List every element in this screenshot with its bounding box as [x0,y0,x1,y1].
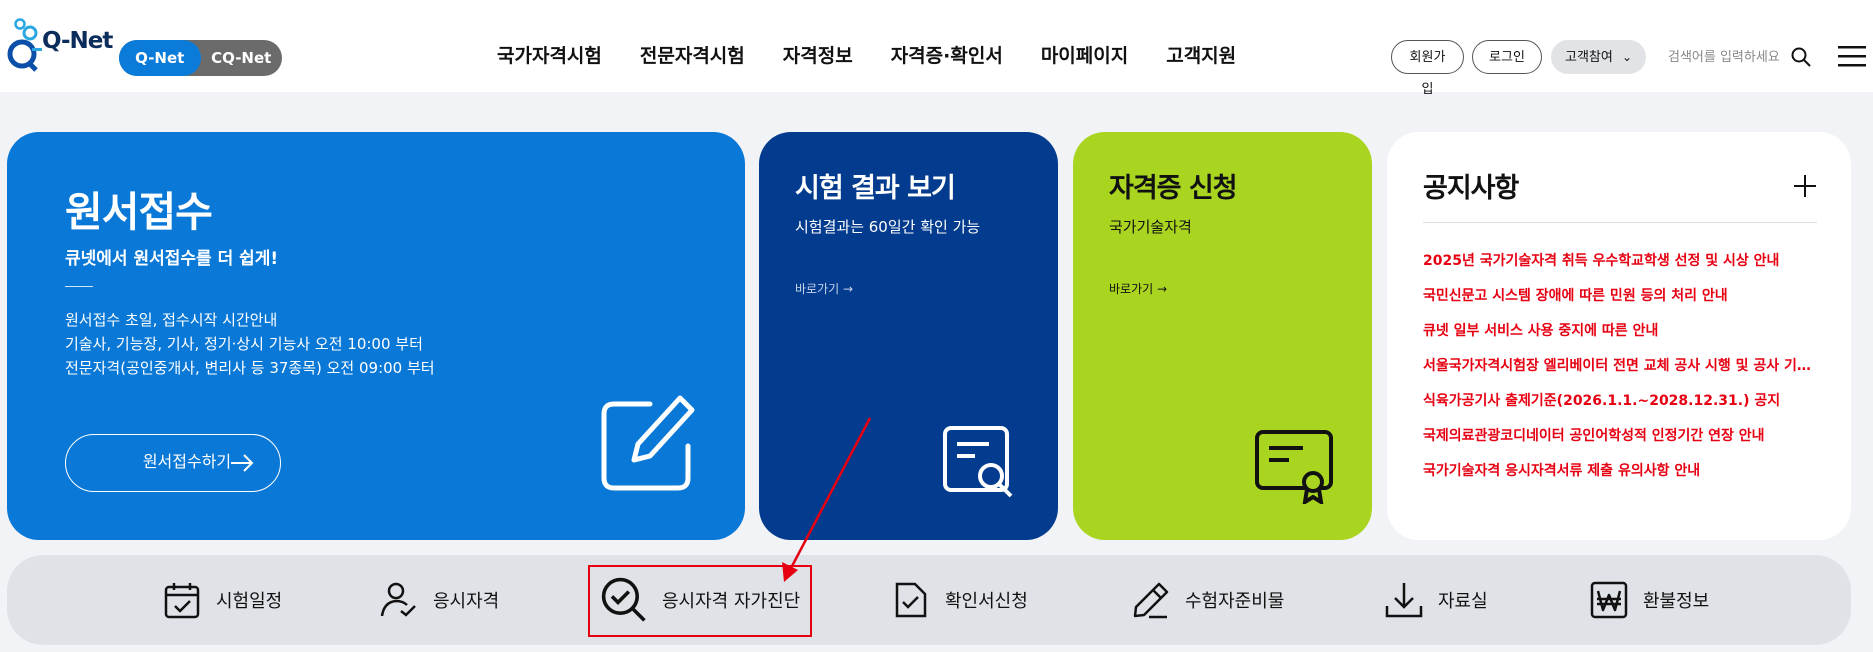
pencil-icon [1133,582,1169,619]
document-search-icon [943,426,1013,498]
nav-mypage[interactable]: 마이페이지 [1022,40,1147,72]
notice-item[interactable]: 국가기술자격 응시자격서류 제출 유의사항 안내 [1423,454,1817,489]
logo-text: Q-Net [42,28,113,54]
notice-list: 2025년 국가기술자격 취득 우수학교학생 선정 및 시상 안내 국민신문고 … [1423,244,1817,489]
quick-label: 수험자준비물 [1185,591,1285,612]
arrow-right-icon [231,454,254,472]
main-nav: 국가자격시험 전문자격시험 자격정보 자격증·확인서 마이페이지 고객지원 [478,40,1255,72]
user-check-icon [380,582,416,617]
divider [1423,222,1817,223]
nav-support[interactable]: 고객지원 [1147,40,1255,72]
customer-dropdown[interactable]: 고객참여 ⌄ [1551,40,1646,74]
nav-certificate[interactable]: 자격증·확인서 [872,40,1022,72]
divider [65,286,93,287]
quick-confirmation[interactable]: 확인서신청 [891,555,1028,645]
notice-item[interactable]: 식육가공기사 출제기준(2026.1.1.~2028.12.31.) 공지 [1423,384,1817,419]
exam-result-link[interactable]: 바로가기 → [795,280,853,297]
won-icon [1590,581,1628,619]
certificate-card[interactable]: 자격증 신청 국가기술자격 바로가기 → [1073,132,1372,540]
nav-professional-exam[interactable]: 전문자격시험 [621,40,764,72]
document-check-icon [895,582,927,618]
notice-item[interactable]: 서울국가자격시험장 엘리베이터 전면 교체 공사 시행 및 공사 기간 안내 [1423,349,1817,384]
nav-national-exam[interactable]: 국가자격시험 [478,40,621,72]
download-icon [1385,583,1423,618]
exam-result-subtitle: 시험결과는 60일간 확인 가능 [795,218,981,236]
join-button[interactable]: 회원가입 [1391,40,1464,96]
tab-cqnet[interactable]: CQ-Net [201,40,283,76]
application-title: 원서접수 [65,188,213,236]
certificate-link[interactable]: 바로가기 → [1109,280,1167,297]
notice-item[interactable]: 큐넷 일부 서비스 사용 중지에 따른 안내 [1423,314,1817,349]
quick-menu-bar: 시험일정 응시자격 응시자격 자가진단 확인서신청 수험자준비물 자료실 환불정… [7,555,1851,645]
quick-supplies[interactable]: 수험자준비물 [1131,555,1284,645]
tab-qnet[interactable]: Q-Net [119,40,201,76]
notice-card: 공지사항 2025년 국가기술자격 취득 우수학교학생 선정 및 시상 안내 국… [1387,132,1851,540]
login-button[interactable]: 로그인 [1472,40,1542,74]
certificate-title: 자격증 신청 [1109,173,1238,204]
info-line: 원서접수 초일, 접수시작 시간안내 [65,311,278,329]
chevron-down-icon: ⌄ [1621,50,1632,64]
notice-title: 공지사항 [1423,173,1519,204]
calendar-check-icon [164,583,200,619]
application-subtitle: 큐넷에서 원서접수를 더 쉽게! [65,249,279,269]
exam-result-title: 시험 결과 보기 [795,173,956,204]
exam-result-card[interactable]: 시험 결과 보기 시험결과는 60일간 확인 가능 바로가기 → [759,132,1058,540]
application-info: 원서접수 초일, 접수시작 시간안내 기술사, 기능장, 기사, 정기·상시 기… [65,308,435,380]
info-line: 전문자격(공인중개사, 변리사 등 37종목) 오전 09:00 부터 [65,359,435,377]
quick-eligibility[interactable]: 응시자격 [379,555,499,645]
notice-item[interactable]: 국민신문고 시스템 장애에 따른 민원 등의 처리 안내 [1423,279,1817,314]
annotation-highlight-box [588,565,812,637]
plus-icon[interactable] [1793,174,1817,198]
quick-archive[interactable]: 자료실 [1384,555,1488,645]
info-line: 기술사, 기능장, 기사, 정기·상시 기능사 오전 10:00 부터 [65,335,423,353]
customer-label: 고객참여 [1565,49,1613,64]
quick-exam-schedule[interactable]: 시험일정 [162,555,282,645]
notice-item[interactable]: 국제의료관광코디네이터 공인어학성적 인정기간 연장 안내 [1423,419,1817,454]
apply-button-label: 원서접수하기 [142,454,232,471]
quick-label: 자료실 [1438,591,1488,612]
nav-qualification-info[interactable]: 자격정보 [764,40,872,72]
notice-item[interactable]: 2025년 국가기술자격 취득 우수학교학생 선정 및 시상 안내 [1423,244,1817,279]
certificate-subtitle: 국가기술자격 [1109,218,1192,236]
edit-document-icon [601,395,695,491]
search-input[interactable] [1668,40,1788,74]
quick-label: 응시자격 [433,591,500,612]
quick-refund[interactable]: 환불정보 [1589,555,1709,645]
apply-button[interactable]: 원서접수하기 [65,434,281,492]
search-icon[interactable] [1790,46,1812,68]
application-card: 원서접수 큐넷에서 원서접수를 더 쉽게! 원서접수 초일, 접수시작 시간안내… [7,132,745,540]
quick-label: 환불정보 [1643,591,1710,612]
site-header: Q-Net Q-Net CQ-Net 국가자격시험 전문자격시험 자격정보 자격… [0,0,1873,96]
certificate-award-icon [1255,430,1333,504]
quick-label: 시험일정 [216,591,283,612]
quick-label: 확인서신청 [945,591,1028,612]
service-toggle: Q-Net CQ-Net [119,40,282,76]
hamburger-menu-icon[interactable] [1838,44,1866,68]
